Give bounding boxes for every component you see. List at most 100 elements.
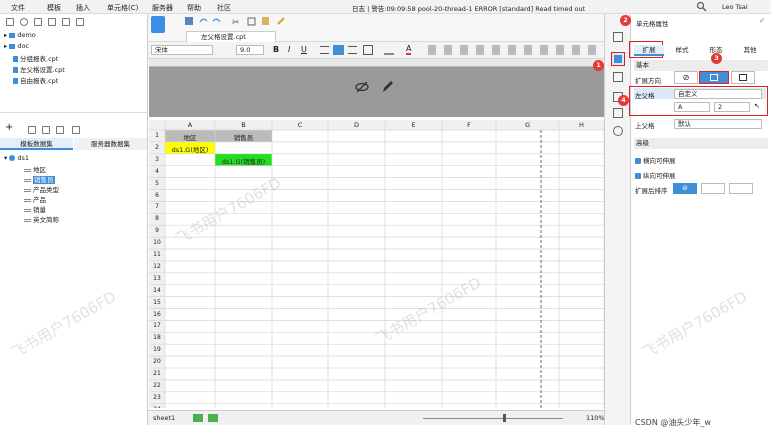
column-header[interactable]: A [165,121,215,129]
undo-icon[interactable] [199,18,208,23]
row-header[interactable]: 2 [149,144,165,151]
template-icon[interactable] [151,16,165,33]
cell-a1[interactable]: 地区 [165,132,215,142]
menu-file[interactable]: 文件 [11,3,25,13]
column-header[interactable]: H [559,121,604,129]
user-name[interactable]: Leo Tsai [722,3,748,11]
row-header[interactable]: 6 [149,192,165,199]
zoom-handle[interactable] [503,414,506,422]
upper-parent-select[interactable]: 默认 [674,119,762,129]
dataset-root[interactable]: ▾ ds1 [4,154,29,162]
sheet-tab[interactable]: sheet1 [153,414,175,422]
bold-icon[interactable]: B [273,45,279,54]
underline-icon[interactable]: U [301,45,307,54]
section-advanced[interactable]: 高级 [634,138,768,149]
row-header[interactable]: 17 [149,322,165,329]
vertical-stretch-checkbox[interactable]: 横向可伸展 [635,155,676,165]
row-header[interactable]: 9 [149,227,165,234]
column-header[interactable]: B [215,121,272,129]
row-header[interactable]: 12 [149,263,165,270]
row-header[interactable]: 15 [149,299,165,306]
row-header[interactable]: 23 [149,394,165,401]
font-color-icon[interactable]: A [406,44,412,55]
italic-icon[interactable]: I [288,45,290,54]
tree-item[interactable]: ▸ demo [4,31,36,39]
tree-item[interactable]: 分组报表.cpt [13,53,58,63]
cell-style-icon[interactable] [613,72,623,82]
copy-icon[interactable] [76,18,84,26]
sort-asc-icon[interactable] [701,183,725,194]
settings-icon[interactable] [613,126,623,136]
menu-template[interactable]: 模板 [47,3,61,13]
edit-pencil-icon[interactable] [381,79,395,94]
align-center-icon[interactable] [333,45,344,55]
row-header[interactable]: 1 [149,132,165,139]
row-header[interactable]: 8 [149,215,165,222]
tab-expand[interactable]: 扩展 [634,45,664,56]
column-header[interactable]: F [442,121,496,129]
paste-icon[interactable] [262,17,269,25]
column-header[interactable]: E [385,121,442,129]
menu-help[interactable]: 帮助 [187,3,201,13]
hyperlink-icon[interactable] [613,108,623,118]
row-header[interactable]: 16 [149,311,165,318]
tree-item[interactable]: 自由报表.cpt [13,75,58,85]
preview-icon[interactable] [56,126,64,134]
field-item[interactable]: 英文简称 [24,214,59,224]
edit-icon[interactable] [28,126,36,134]
open-icon[interactable] [34,18,42,26]
horizontal-expand-icon[interactable] [731,71,755,84]
left-parent-row-input[interactable]: 2 [714,102,750,112]
row-header[interactable]: 24 [149,406,165,408]
pick-cell-icon[interactable]: ↖ [754,102,760,110]
add-icon[interactable]: + [5,123,13,133]
column-header[interactable]: G [496,121,559,129]
column-header[interactable]: D [328,121,385,129]
field-item[interactable]: 产品 [24,194,46,204]
row-header[interactable]: 18 [149,334,165,341]
dataset-icon[interactable] [72,126,80,134]
row-header[interactable]: 20 [149,358,165,365]
horizontal-stretch-checkbox[interactable]: 纵向可伸展 [635,170,676,180]
save-icon[interactable] [185,17,193,25]
row-header[interactable]: 3 [149,156,165,163]
tree-item[interactable]: 左父格设置.cpt [13,64,65,74]
tab-document[interactable]: 左父格设置.cpt [186,31,276,42]
menu-community[interactable]: 社区 [217,3,231,13]
font-size-select[interactable]: 9.0 [236,45,264,55]
row-header[interactable]: 13 [149,275,165,282]
report-body-area[interactable] [149,67,604,117]
cell-a2[interactable]: ds1.G(地区) [165,144,215,154]
sort-desc-icon[interactable] [729,183,753,194]
row-header[interactable]: 10 [149,239,165,246]
cell-element-icon[interactable] [613,32,623,42]
tab-style[interactable]: 样式 [667,45,697,56]
row-header[interactable]: 5 [149,180,165,187]
field-item[interactable]: 地区 [24,164,46,174]
rename-icon[interactable] [48,18,56,26]
align-right-icon[interactable] [348,46,357,54]
tree-item[interactable]: ▸ doc [4,42,29,50]
no-expand-icon[interactable]: ⊘ [674,71,698,84]
field-item[interactable]: 产品类型 [24,184,59,194]
check-icon[interactable]: ✓ [759,16,766,25]
tab-server-dataset[interactable]: 服务器数据集 [74,138,147,150]
delete-icon[interactable] [42,126,50,134]
vertical-expand-icon[interactable] [699,71,729,84]
menu-cell[interactable]: 单元格(C) [107,3,138,13]
align-left-icon[interactable] [320,46,329,54]
left-parent-column[interactable]: A [674,102,710,112]
add-sheet-icon[interactable] [208,414,218,422]
tab-other[interactable]: 其他 [735,45,765,56]
border-icon[interactable] [363,45,373,55]
font-family-select[interactable]: 宋体 [151,45,213,55]
cell-b1[interactable]: 销售员 [215,132,272,142]
zoom-slider[interactable] [423,418,563,419]
field-item[interactable]: 销量 [24,204,46,214]
left-parent-select[interactable]: 自定义 [674,89,762,99]
section-basic[interactable]: 基本 [634,60,768,71]
no-sort-icon[interactable]: ⊘ [673,183,697,194]
row-header[interactable]: 19 [149,346,165,353]
row-header[interactable]: 21 [149,370,165,377]
row-header[interactable]: 7 [149,203,165,210]
